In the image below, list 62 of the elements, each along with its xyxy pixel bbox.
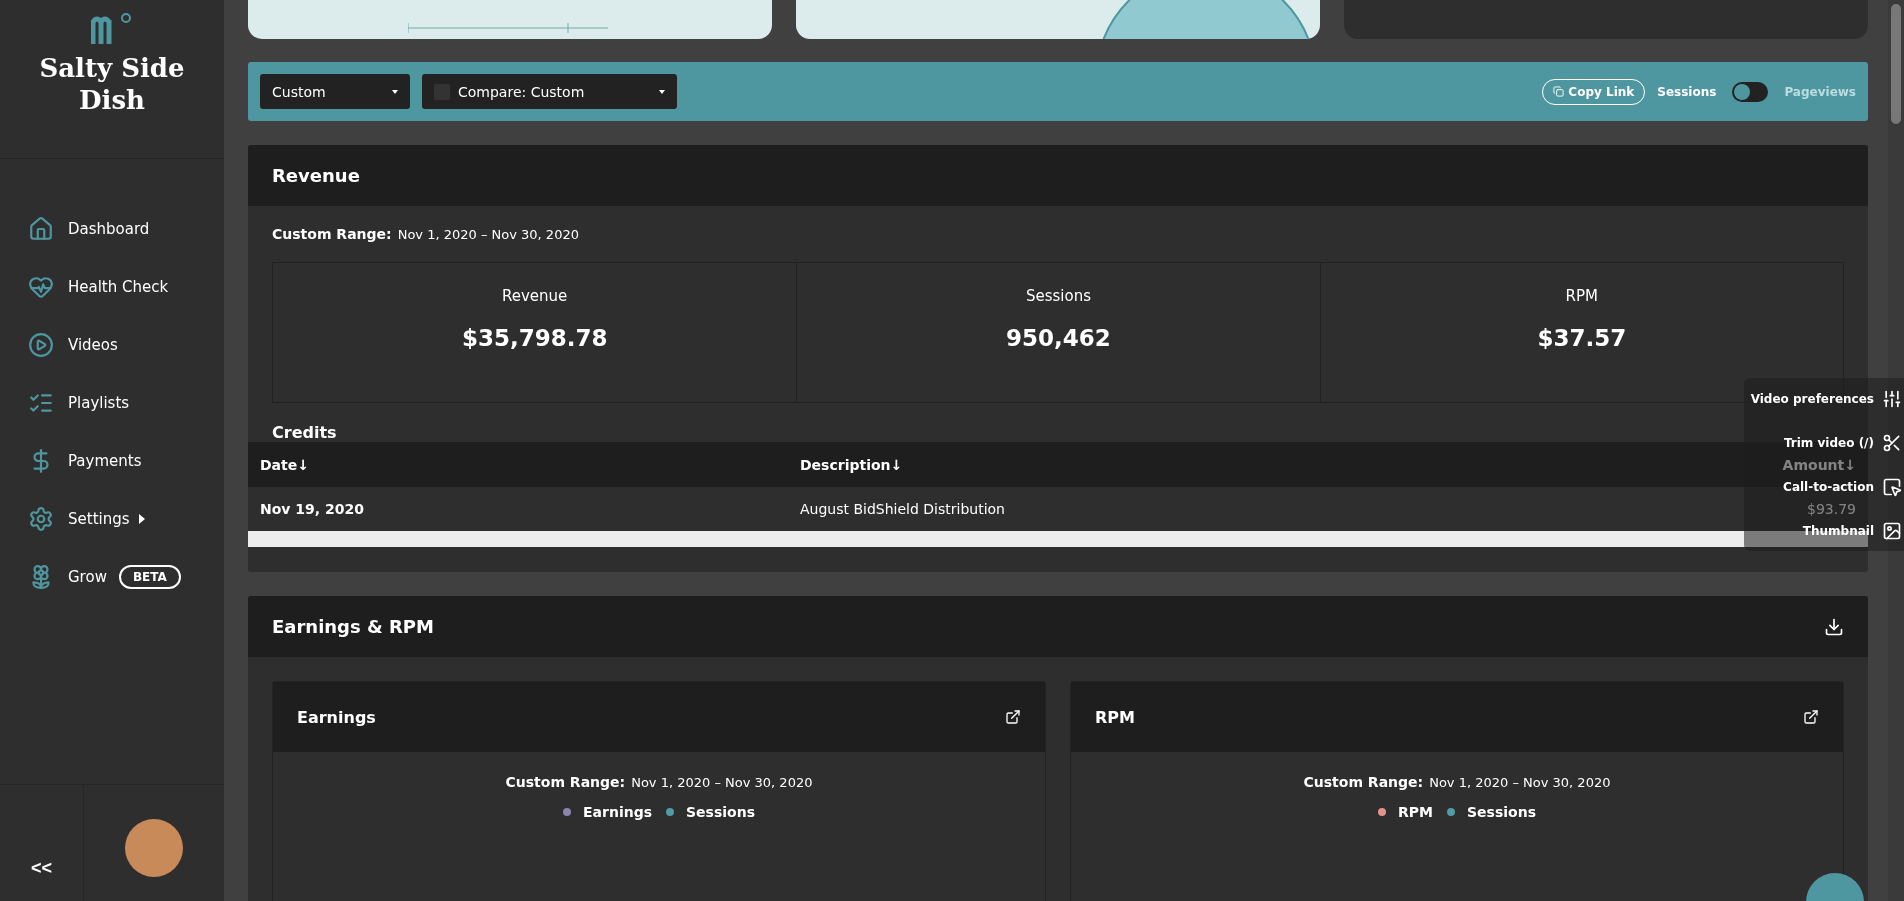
metric-toggle[interactable] (1732, 81, 1769, 102)
table-cell-text: Nov 19, 2020 (260, 501, 365, 517)
heart-pulse-icon (28, 274, 54, 300)
chart-title: Earnings (297, 707, 376, 727)
image-icon (1882, 521, 1902, 541)
external-link-icon[interactable] (1803, 709, 1819, 725)
caret-icon (392, 89, 398, 94)
compare-select[interactable]: Compare: Custom (422, 74, 677, 109)
range-label: Custom Range: (272, 226, 392, 242)
stat-value: $35,798.78 (461, 325, 608, 351)
toggle-label: Pageviews (1784, 84, 1856, 99)
date-range: Nov 1, 2020 – Nov 30, 2020 (397, 227, 579, 242)
caret-icon (659, 89, 665, 94)
gear-icon (28, 506, 54, 532)
column-header[interactable]: Date↓ (260, 456, 800, 473)
scissors-icon (1882, 433, 1902, 453)
nav-item[interactable]: Playlists (0, 385, 224, 421)
chart-title: RPM (1095, 707, 1135, 727)
stat-label: Revenue (502, 287, 568, 305)
panel-title: Earnings & RPM (272, 616, 434, 637)
legend-label: RPM (1398, 804, 1433, 820)
pointer-icon (1882, 477, 1902, 497)
range-label: Custom Range: (1303, 774, 1424, 790)
stat-value: 950,462 (1006, 325, 1111, 351)
column-header[interactable]: Amount↓ (1656, 456, 1856, 473)
table-cell-text: August BidShield Distribution (800, 501, 1006, 517)
scrollbar-thumb[interactable] (1891, 4, 1901, 124)
sliders-icon (1882, 389, 1902, 409)
nav-item[interactable]: Videos (0, 327, 224, 363)
stat-value: $37.57 (1537, 325, 1627, 351)
nav-item[interactable]: Payments (0, 443, 224, 479)
menu-item[interactable]: Trim video (/) (1783, 433, 1904, 453)
brand-name: Salty Side Dish (38, 52, 186, 116)
nav-item[interactable]: Settings (0, 501, 224, 537)
copy-icon (1553, 86, 1565, 97)
range-label: Custom Range: (505, 774, 626, 790)
table-cell-text: $93.79 (1806, 501, 1856, 517)
nav-item[interactable]: Grow BETA (0, 559, 224, 595)
section-title: Credits (272, 422, 337, 442)
date-range: Nov 1, 2020 – Nov 30, 2020 (631, 775, 813, 790)
range-select[interactable]: Custom (260, 74, 410, 109)
stat-label: RPM (1565, 287, 1599, 305)
panel-title: Revenue (272, 165, 360, 186)
play-icon (28, 332, 54, 358)
stat-label: Sessions (1025, 287, 1091, 305)
legend-label: Earnings (583, 804, 652, 820)
date-range: Nov 1, 2020 – Nov 30, 2020 (1429, 775, 1611, 790)
beta-badge: BETA (118, 565, 181, 589)
nav-item[interactable]: Dashboard (0, 211, 224, 247)
download-icon[interactable] (1824, 616, 1844, 637)
logo-icon (91, 12, 133, 46)
menu-item[interactable]: Call-to-action (1783, 477, 1904, 497)
legend-label: Sessions (686, 804, 755, 820)
column-header[interactable]: Description↓ (800, 456, 1656, 473)
legend-label: Sessions (1467, 804, 1536, 820)
menu-item[interactable]: Video preferences (1750, 389, 1904, 409)
collapse-button[interactable]: << (0, 785, 84, 901)
nav-item[interactable]: Health Check (0, 269, 224, 305)
toggle-label: Sessions (1657, 84, 1717, 99)
house-icon (28, 216, 54, 242)
external-link-icon[interactable] (1005, 709, 1021, 725)
avatar[interactable] (125, 819, 183, 877)
